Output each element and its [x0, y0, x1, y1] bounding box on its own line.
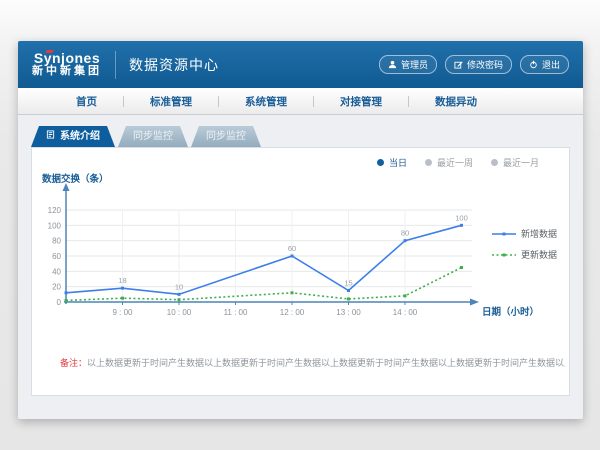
range-option-1[interactable]: 最近一周: [425, 156, 473, 169]
tab-label: 系统介绍: [60, 126, 100, 147]
range-option-0[interactable]: 当日: [377, 156, 407, 169]
brand-name: Synjones: [32, 51, 102, 65]
user-menu-label: 退出: [542, 58, 560, 71]
nav-item-0[interactable]: 首页: [50, 94, 123, 109]
time-range-selector: 当日 最近一周 最近一月: [377, 156, 539, 169]
data-point: [291, 255, 294, 258]
legend-marker: [503, 233, 506, 236]
x-tick-label: 14 : 00: [393, 308, 418, 317]
tab-bar: 系统介绍 同步监控 同步监控: [31, 126, 264, 147]
y-tick-label: 20: [52, 283, 61, 292]
user-menu: 管理员 修改密码 退出: [379, 55, 569, 74]
range-option-label: 最近一月: [503, 156, 539, 169]
radio-dot-icon: [377, 159, 384, 166]
user-icon: [388, 60, 397, 69]
page-title: 数据资源中心: [129, 55, 219, 75]
main-nav: 首页标准管理系统管理对接管理数据异动: [18, 88, 583, 115]
data-point: [178, 293, 181, 296]
user-menu-button-user[interactable]: 管理员: [379, 55, 437, 74]
screenshot-background: Synjones 新中新集团 数据资源中心 管理员修改密码退出 首页标准管理系统…: [0, 0, 600, 450]
tab-label: 同步监控: [133, 126, 173, 147]
y-tick-label: 100: [48, 221, 62, 230]
data-point: [121, 287, 124, 290]
data-point: [65, 291, 68, 294]
y-tick-label: 120: [48, 206, 62, 215]
footnote: 备注：以上数据更新于时间产生数据以上数据更新于时间产生数据以上数据更新于时间产生…: [60, 356, 565, 369]
tab-1[interactable]: 同步监控: [118, 126, 188, 147]
data-point: [460, 266, 463, 269]
x-tick-label: 12 : 00: [280, 308, 305, 317]
x-tick-label: 9 : 00: [112, 308, 133, 317]
chart-container: 0 20 40 60 80 100 120 9 : 00 10 : 00 11 : 00 12 : …: [42, 172, 572, 329]
tab-0[interactable]: 系统介绍: [31, 126, 115, 147]
company-name: 新中新集团: [32, 65, 102, 78]
y-tick-label: 60: [52, 252, 61, 261]
edit-icon: [454, 60, 463, 69]
chart-panel: 当日 最近一周 最近一月 0 20 40 60 80 100 120 9 : 00 10 : 00 1…: [31, 147, 570, 396]
content-area: 系统介绍 同步监控 同步监控 当日 最近一周 最近一月 0 20 40 60 80 100 120 9…: [18, 115, 583, 418]
data-point-label: 18: [118, 276, 126, 285]
document-icon: [46, 126, 55, 147]
x-tick-label: 10 : 00: [167, 308, 192, 317]
data-exchange-line-chart: 0 20 40 60 80 100 120 9 : 00 10 : 00 11 : 00 12 : …: [42, 172, 572, 324]
data-point: [347, 297, 350, 300]
legend-marker: [503, 254, 506, 257]
data-point-label: 60: [288, 244, 296, 253]
data-point: [404, 294, 407, 297]
nav-item-2[interactable]: 系统管理: [219, 94, 313, 109]
data-point-label: 10: [175, 282, 183, 291]
data-point-label: 100: [455, 213, 468, 222]
range-option-label: 当日: [389, 156, 407, 169]
radio-dot-icon: [491, 159, 498, 166]
x-tick-label: 11 : 00: [224, 308, 248, 317]
app-window: Synjones 新中新集团 数据资源中心 管理员修改密码退出 首页标准管理系统…: [18, 41, 583, 419]
nav-item-4[interactable]: 数据异动: [409, 94, 503, 109]
data-point: [121, 297, 124, 300]
header-divider: [115, 51, 116, 79]
radio-dot-icon: [425, 159, 432, 166]
user-menu-label: 管理员: [401, 58, 428, 71]
y-axis-title: 数据交换（条）: [42, 173, 109, 185]
power-icon: [529, 60, 538, 69]
x-axis-arrow-icon: [470, 299, 479, 306]
y-tick-label: 0: [57, 298, 62, 307]
x-tick-label: 13 : 00: [336, 308, 361, 317]
y-tick-label: 80: [52, 237, 61, 246]
data-point: [460, 224, 463, 227]
legend-series-label: 新增数据: [521, 228, 557, 239]
legend-series-label: 更新数据: [521, 249, 557, 260]
nav-item-3[interactable]: 对接管理: [314, 94, 408, 109]
y-tick-label: 40: [52, 267, 61, 276]
user-menu-button-edit[interactable]: 修改密码: [445, 55, 512, 74]
user-menu-label: 修改密码: [467, 58, 503, 71]
data-point-label: 15: [344, 279, 352, 288]
x-axis-title: 日期（小时）: [482, 306, 539, 318]
data-point: [347, 289, 350, 292]
company-logo: Synjones 新中新集团: [32, 51, 102, 78]
range-option-2[interactable]: 最近一月: [491, 156, 539, 169]
tab-2[interactable]: 同步监控: [191, 126, 261, 147]
user-menu-button-power[interactable]: 退出: [520, 55, 569, 74]
nav-item-1[interactable]: 标准管理: [124, 94, 218, 109]
data-point: [404, 239, 407, 242]
tab-label: 同步监控: [206, 126, 246, 147]
data-point: [65, 299, 68, 302]
data-point: [178, 298, 181, 301]
data-point: [291, 291, 294, 294]
app-header: Synjones 新中新集团 数据资源中心 管理员 修改密码 退出: [18, 41, 583, 88]
footnote-text: 以上数据更新于时间产生数据以上数据更新于时间产生数据以上数据更新于时间产生数据以…: [87, 358, 565, 368]
data-point-label: 80: [401, 229, 409, 238]
range-option-label: 最近一周: [437, 156, 473, 169]
footnote-label: 备注：: [60, 358, 87, 368]
